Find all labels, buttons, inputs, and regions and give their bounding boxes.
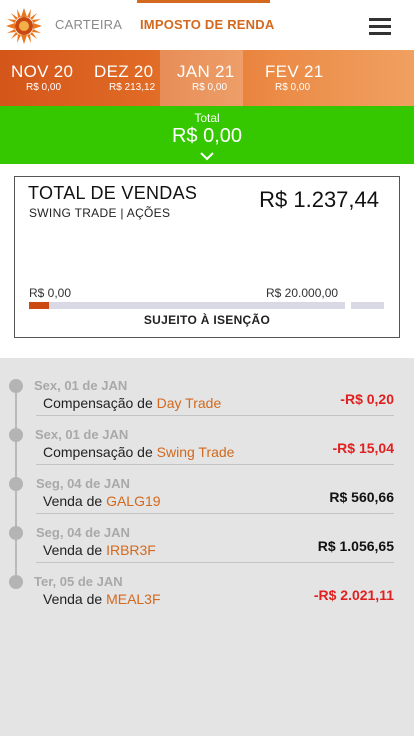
transaction-amount: R$ 560,66 [329,489,394,505]
month-dez-20[interactable]: DEZ 20 R$ 213,12 [82,50,160,124]
transaction-date: Ter, 05 de JAN [34,574,123,589]
exemption-progress-bar [29,302,345,309]
card-title: TOTAL DE VENDAS [28,183,198,203]
transaction-date: Seg, 04 de JAN [36,525,130,540]
month-fev-21[interactable]: FEV 21 R$ 0,00 [243,50,327,124]
top-nav: CARTEIRA IMPOSTO DE RENDA [0,0,414,50]
transaction-description: Venda de MEAL3F [43,591,161,607]
transaction-date: Seg, 04 de JAN [36,476,130,491]
timeline-bullet [9,477,23,491]
transaction-amount: R$ 1.056,65 [317,538,394,554]
progress-min-label: R$ 0,00 [29,286,72,300]
total-label: Total [194,111,220,125]
month-selector: NOV 20 R$ 0,00 DEZ 20 R$ 213,12 JAN 21 R… [0,50,414,124]
progress-fill [29,302,49,309]
total-bar[interactable]: Total R$ 0,00 [0,106,414,164]
month-value: R$ 0,00 [182,82,227,124]
chevron-down-icon[interactable] [199,151,215,161]
transaction-amount: -R$ 2.021,11 [313,587,394,603]
progress-bar-remainder [351,302,384,309]
month-label: NOV 20 [11,62,74,81]
transaction-date: Sex, 01 de JAN [34,378,128,393]
timeline-bullet [9,428,23,442]
month-jan-21[interactable]: JAN 21 R$ 0,00 [160,50,243,124]
tab-carteira[interactable]: CARTEIRA [55,17,122,32]
progress-caption: SUJEITO À ISENÇÃO [143,313,271,327]
hamburger-icon[interactable] [369,18,391,35]
total-value: R$ 0,00 [171,125,243,147]
transaction-item[interactable]: Ter, 05 de JAN Venda de MEAL3F -R$ 2.021… [0,554,414,607]
month-label: JAN 21 [177,62,235,81]
month-label: FEV 21 [265,62,324,81]
month-value: R$ 0,00 [16,82,61,124]
transaction-item[interactable]: Seg, 04 de JAN Venda de GALG19 R$ 560,66 [0,456,414,514]
sun-logo-icon[interactable] [6,8,42,44]
month-value: R$ 0,00 [265,82,310,124]
tab-imposto-de-renda[interactable]: IMPOSTO DE RENDA [140,17,274,32]
transaction-item[interactable]: Sex, 01 de JAN Compensação de Swing Trad… [0,407,414,465]
transactions-list: Sex, 01 de JAN Compensação de Day Trade … [0,358,414,736]
month-label: DEZ 20 [94,62,154,81]
month-nov-20[interactable]: NOV 20 R$ 0,00 [0,50,82,124]
timeline-bullet [9,526,23,540]
card-subtitle: SWING TRADE | AÇÕES [29,206,171,220]
transaction-item[interactable]: Sex, 01 de JAN Compensação de Day Trade … [0,358,414,416]
sales-summary-card: TOTAL DE VENDAS SWING TRADE | AÇÕES R$ 1… [14,176,400,338]
card-total-value: R$ 1.237,44 [259,187,379,212]
timeline-bullet [9,379,23,393]
transaction-date: Sex, 01 de JAN [35,427,129,442]
transaction-amount: -R$ 15,04 [332,440,394,456]
summary-section: TOTAL DE VENDAS SWING TRADE | AÇÕES R$ 1… [0,164,414,358]
progress-max-label: R$ 20.000,00 [266,286,339,300]
transaction-subject: MEAL3F [106,591,161,607]
timeline-bullet [9,575,23,589]
transaction-amount: -R$ 0,20 [340,391,394,407]
transaction-item[interactable]: Seg, 04 de JAN Venda de IRBR3F R$ 1.056,… [0,505,414,563]
active-tab-indicator [137,0,270,3]
month-value: R$ 213,12 [99,82,155,124]
